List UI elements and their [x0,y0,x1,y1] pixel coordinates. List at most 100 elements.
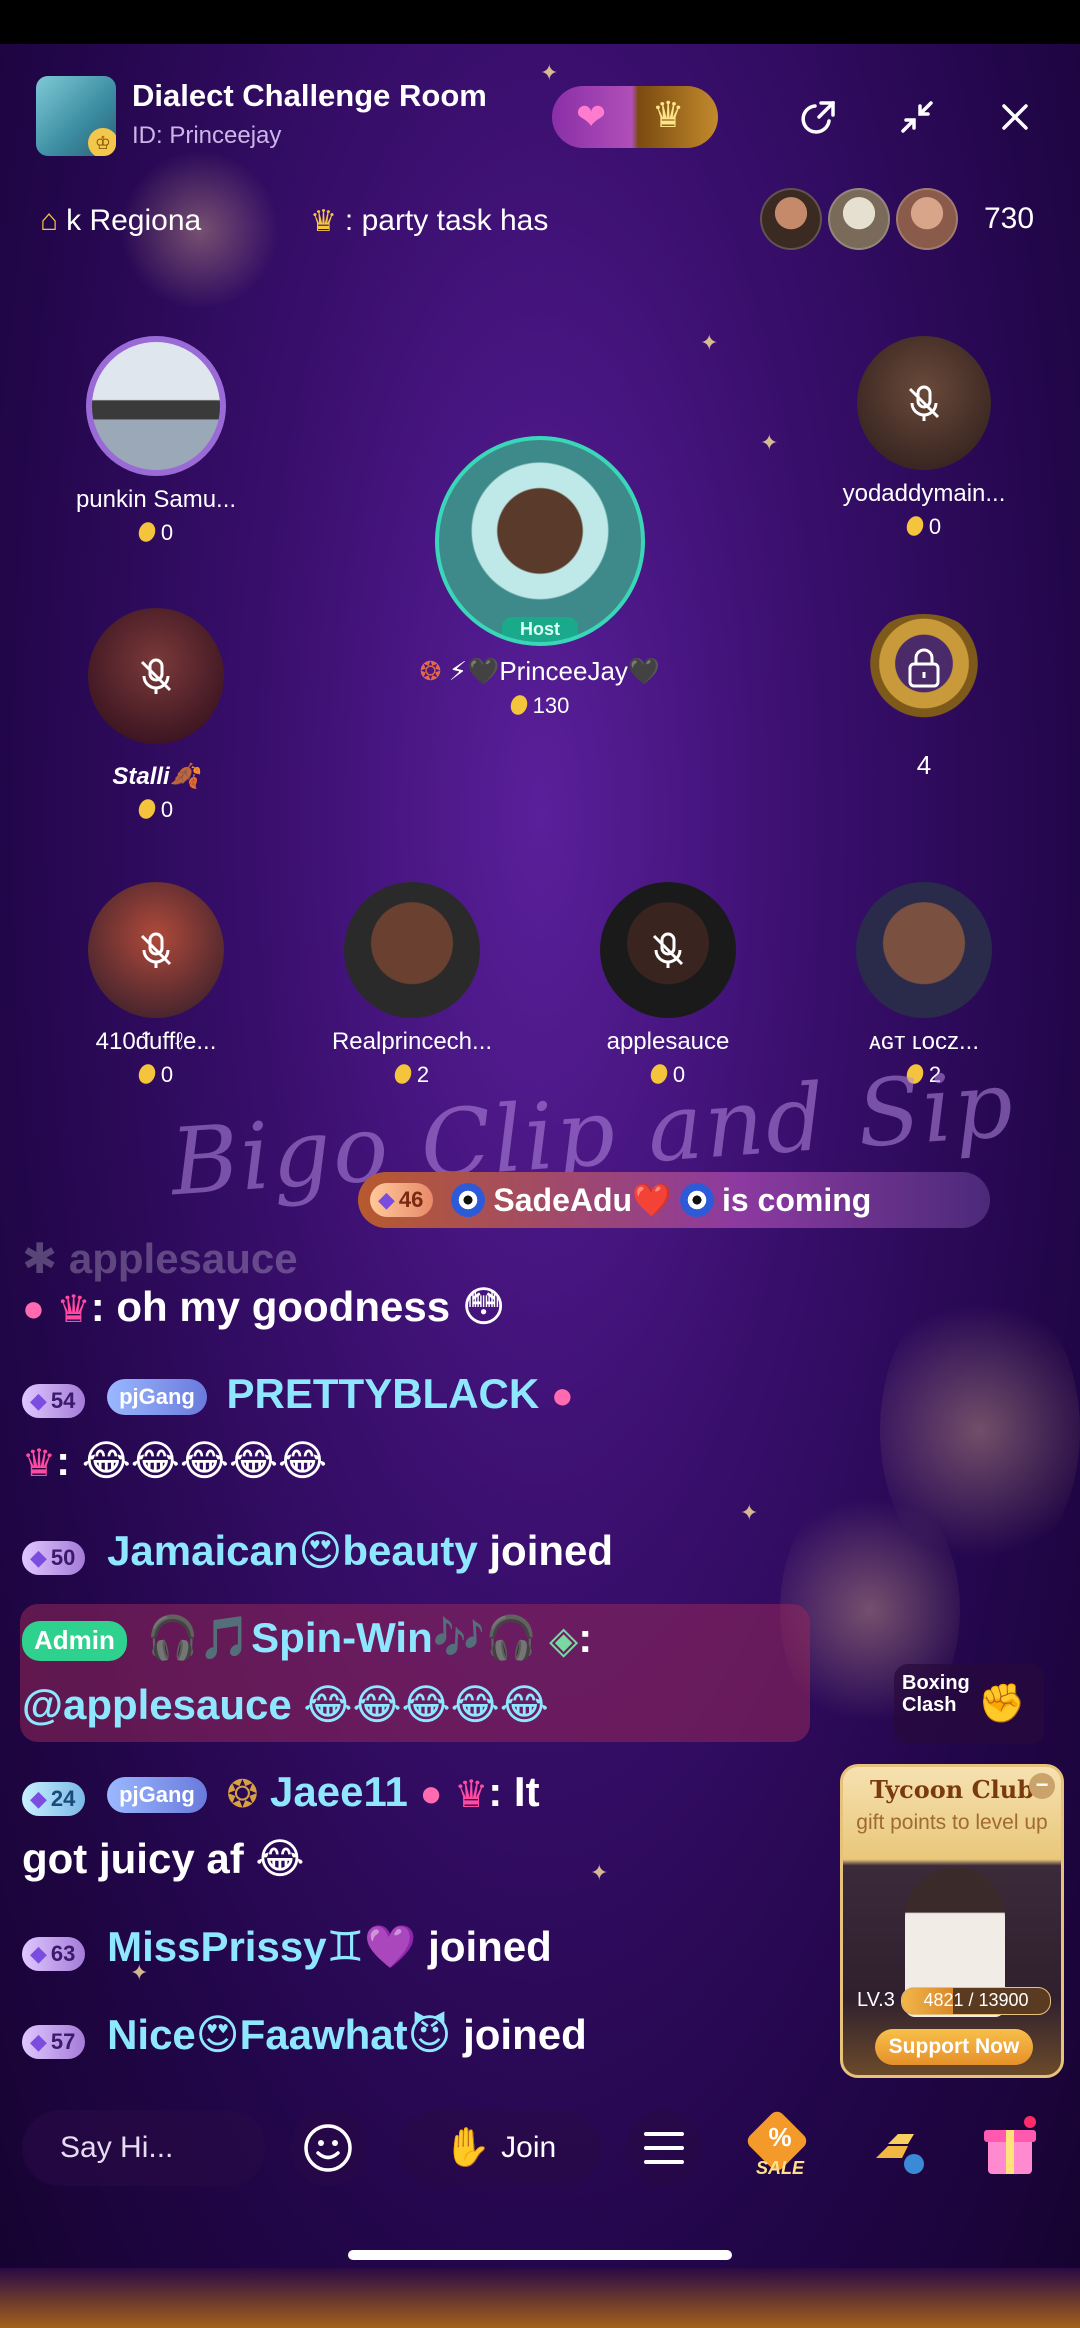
chat-message[interactable]: ◆ 24 pjGang ❂ Jaee11 ● ♛: It [22,1768,540,1817]
seat-host[interactable]: Host ❂ ⚡🖤PrinceeJay🖤 130 [380,436,700,719]
level-number: 54 [50,1388,76,1413]
sparkle-icon: ✦ [740,1500,759,1525]
viewer-count[interactable]: 730 [984,202,1034,236]
chat-message[interactable]: ◆ 57 Nice😍Faawhat😈 joined [22,2010,587,2059]
seat-coins: 0 [56,796,256,823]
level-badge: ◆ 54 [22,1384,86,1418]
share-button[interactable] [794,92,844,142]
boxing-clash-button[interactable]: Boxing Clash ✊ [894,1664,1044,1744]
seat-name: punkin Samu... [75,486,237,513]
sparkle-icon: ✦ [540,60,559,85]
diamond-icon: ◆ [30,1388,47,1413]
menu-button[interactable] [626,2110,702,2186]
chat-message[interactable]: ◆ 54 pjGang PRETTYBLACK ● [22,1370,574,1418]
avatar [88,608,224,744]
coin-count: 0 [160,520,174,545]
coin-icon [903,513,926,539]
badge-icon: ● [550,1375,574,1418]
home-icon: ⌂ [40,204,59,237]
join-mic-button[interactable]: ✋ Join [400,2110,600,2186]
entrance-banner: ◆ 46 SadeAdu❤️ is coming [358,1172,990,1228]
avatar [344,882,480,1018]
chat-text: : oh my goodness 😳 [90,1283,506,1330]
seat-coins: 2 [312,1061,512,1088]
chat-username[interactable]: 🎧🎵Spin-Win🎶🎧 [147,1614,538,1661]
entrant-name: SadeAdu❤️ [493,1182,672,1218]
wings-badge-icon: ◈ [549,1620,579,1663]
sale-button[interactable]: % SALE [744,2108,816,2184]
viewer-avatar[interactable] [828,188,890,250]
chat-input[interactable]: Say Hi... [22,2110,266,2186]
seat-stalli[interactable]: Stalli🍂 0 [56,608,256,823]
room-avatar[interactable]: ♔ [36,76,116,156]
emoji-button[interactable] [290,2110,366,2186]
seat-punkin[interactable]: punkin Samu... 0 [56,336,256,546]
chat-text: : 😂😂😂😂😂 [56,1437,328,1484]
level-number: 63 [50,1941,76,1966]
seat-realprince[interactable]: Realprincech... 2 [312,882,512,1088]
party-task-ticker[interactable]: ♛ : party task has [310,198,548,244]
tycoon-club-widget[interactable]: Tycoon Club − gift points to level up LV… [840,1764,1064,2078]
collapse-widget-button[interactable]: − [1029,1773,1055,1799]
boxing-clash-label: Boxing Clash [902,1672,970,1716]
viewer-avatar[interactable] [760,188,822,250]
seat-duffle[interactable]: 410ᵭuffℓe... 0 [56,882,256,1088]
tycoon-progress-bar: 4821 / 13900 [901,1987,1051,2015]
bottom-decor-band [0,2268,1080,2328]
level-number: 57 [50,2029,76,2054]
chat-text: : It [488,1768,540,1815]
diamond-icon: ◆ [30,1545,47,1570]
share-icon [801,101,835,134]
ranking-ticker[interactable]: ⌂ k Regiona [40,198,201,244]
room-id: ID: Princeejay [132,122,282,149]
room-title[interactable]: Dialect Challenge Room [132,78,487,114]
chat-username[interactable]: PRETTYBLACK [227,1370,540,1417]
boxing-label-line1: Boxing [902,1672,970,1694]
boxing-glove-icon: ✊ [978,1683,1026,1725]
crown-wings-icon: ♛ [454,1774,489,1817]
chat-message-continued: got juicy af 😂 [22,1834,304,1883]
gold-bars-button[interactable] [862,2112,938,2184]
chat-username[interactable]: Jaee11 [270,1768,408,1815]
chat-message[interactable]: ◆ 50 Jamaican😍beauty joined [22,1526,613,1575]
vip-membership-button[interactable]: ❤ ♛ [552,86,718,148]
seat-yodaddy[interactable]: yodaddymain... 0 [824,336,1024,540]
close-button[interactable] [990,92,1040,142]
medal-icon: ❂ [226,1774,259,1817]
sale-label: SALE [755,2158,804,2178]
fan-group-badge: pjGang [107,1776,207,1813]
tycoon-subtitle: gift points to level up [856,1811,1048,1834]
coin-icon [135,519,158,545]
sparkle-icon: ✦ [760,430,779,455]
minimize-button[interactable] [892,92,942,142]
seat-locked[interactable]: 4 [824,614,1024,781]
mic-off-icon [140,658,172,694]
support-now-button[interactable]: Support Now [875,2029,1033,2065]
gift-button[interactable] [978,2114,1042,2178]
smiley-icon [304,2124,352,2172]
gold-bars-icon [876,2134,924,2174]
chat-message[interactable]: ◆ 63 MissPrissy♊💜 joined [22,1922,552,1972]
minimize-icon [901,101,933,133]
chat-username[interactable]: MissPrissy♊💜 [107,1923,416,1970]
seat-applesauce[interactable]: applesauce 0 [568,882,768,1088]
coin-count: 0 [928,514,942,539]
coin-icon [135,1061,158,1087]
close-icon [1002,104,1028,130]
chat-message[interactable]: ● ♛: oh my goodness 😳 [22,1282,506,1332]
level-badge: ◆ 63 [22,1937,86,1971]
medal-icon: ❂ [419,656,449,686]
chat-username[interactable]: Jamaican😍beauty [107,1527,478,1574]
host-avatar: Host [435,436,645,646]
chat-username[interactable]: Nice😍Faawhat😈 [107,2011,451,2058]
chat-text: @applesauce 😂😂😂😂😂 [22,1681,549,1728]
level-number: 46 [398,1187,424,1212]
avatar [86,336,226,476]
viewer-avatar[interactable] [896,188,958,250]
tycoon-progress-text: 4821 / 13900 [923,1990,1029,2010]
sparkle-icon: ✦ [700,330,719,355]
chat-message[interactable]: Admin 🎧🎵Spin-Win🎶🎧 ◈: [22,1614,592,1663]
home-indicator[interactable] [348,2250,732,2260]
badge-icon: ● [419,1773,443,1816]
coin-icon [391,1061,414,1087]
